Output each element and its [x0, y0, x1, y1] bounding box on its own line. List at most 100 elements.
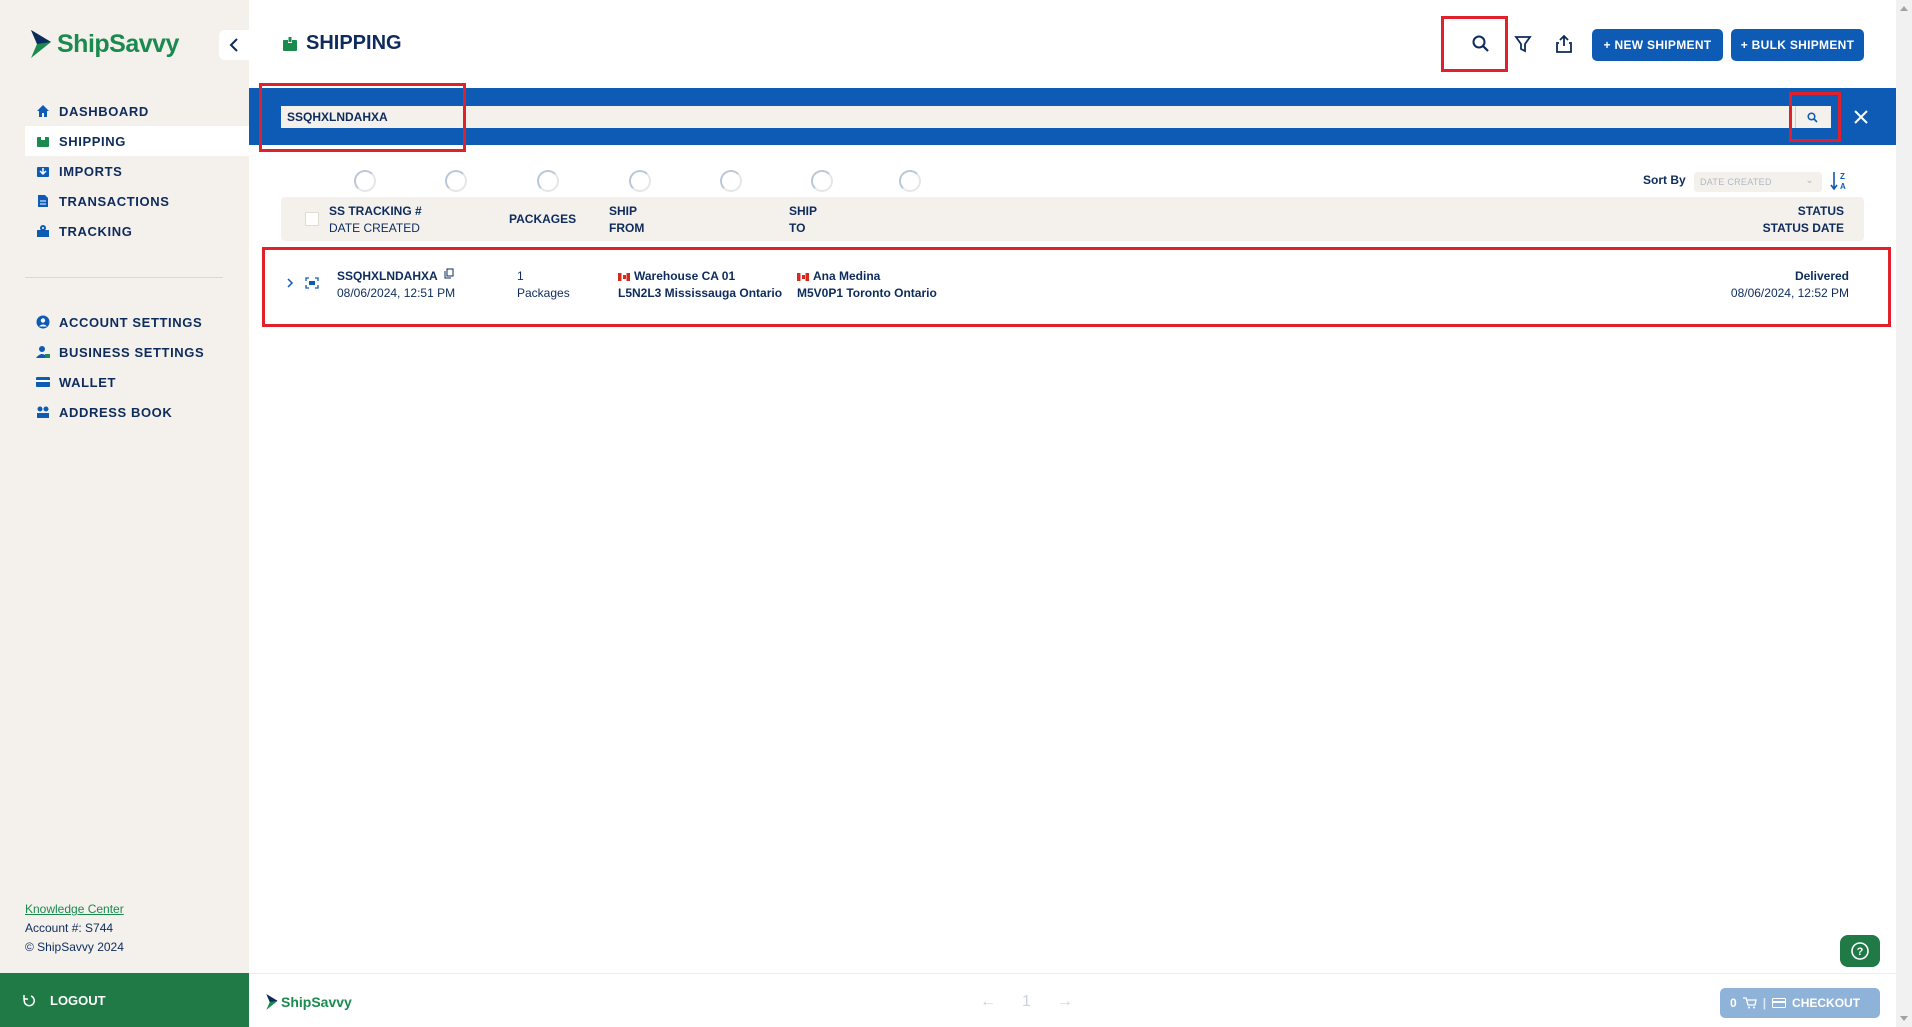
header-date-created-label: DATE CREATED: [329, 221, 420, 235]
sidebar-item-shipping[interactable]: SHIPPING: [25, 126, 249, 156]
expand-row-button[interactable]: [286, 276, 294, 293]
sidebar-item-label: WALLET: [59, 374, 117, 390]
sidebar-item-imports[interactable]: IMPORTS: [25, 156, 249, 186]
arrow-right-icon[interactable]: →: [1057, 993, 1073, 1011]
home-icon: [35, 103, 51, 119]
sidebar-item-tracking[interactable]: TRACKING: [25, 216, 249, 246]
column-header-packages[interactable]: PACKAGES: [509, 211, 576, 228]
arrow-left-icon[interactable]: ←: [980, 993, 996, 1011]
column-header-status[interactable]: STATUS STATUS DATE: [1763, 203, 1844, 237]
pagination: ← 1 →: [980, 993, 1073, 1011]
select-all-checkbox[interactable]: [305, 212, 319, 226]
sidebar-item-wallet[interactable]: WALLET: [25, 367, 249, 397]
sidebar-item-account-settings[interactable]: ACCOUNT SETTINGS: [25, 307, 249, 337]
packages-cell: 1 Packages: [517, 268, 570, 302]
user-circle-icon: [35, 314, 51, 330]
business-user-icon: [35, 344, 51, 360]
package-icon: [35, 133, 51, 149]
address-book-icon: [35, 404, 51, 420]
copy-icon[interactable]: [444, 268, 454, 279]
sidebar-item-label: BUSINESS SETTINGS: [59, 344, 205, 360]
sort-select[interactable]: DATE CREATED ⌄: [1694, 172, 1822, 192]
help-button[interactable]: ?: [1840, 935, 1880, 967]
sidebar-item-label: SHIPPING: [59, 133, 126, 149]
sidebar-item-address-book[interactable]: ADDRESS BOOK: [25, 397, 249, 427]
sidebar-item-label: TRACKING: [59, 223, 133, 239]
tracking-number[interactable]: SSQHXLNDAHXA: [337, 269, 438, 283]
sidebar: ShipSavvy DASHBOARD SHIPPING IMPORTS TRA…: [0, 0, 249, 1027]
scroll-down-arrow[interactable]: [1900, 1016, 1908, 1021]
header-ship-to-line2: TO: [789, 221, 806, 235]
logout-button[interactable]: LOGOUT: [0, 973, 249, 1027]
loading-spinner: [629, 170, 651, 192]
ship-from-name: Warehouse CA 01: [634, 269, 736, 283]
close-icon: [1854, 110, 1868, 124]
column-header-ship-from[interactable]: SHIP FROM: [609, 203, 644, 237]
packages-label: Packages: [517, 286, 570, 300]
ship-to-cell: Ana Medina M5V0P1 Toronto Ontario: [797, 268, 937, 302]
scroll-up-arrow[interactable]: [1900, 6, 1908, 11]
ship-to-name: Ana Medina: [813, 269, 881, 283]
scan-icon: [305, 277, 319, 294]
sidebar-footer: Knowledge Center Account #: S744 © ShipS…: [25, 900, 124, 957]
table-header: SS TRACKING # DATE CREATED PACKAGES SHIP…: [281, 197, 1864, 241]
header-status-date-label: STATUS DATE: [1762, 221, 1844, 235]
chevron-down-icon: ⌄: [1805, 175, 1814, 186]
svg-text:Z: Z: [1840, 172, 1845, 181]
checkout-button[interactable]: 0 | CHECKOUT: [1720, 988, 1880, 1018]
packages-count: 1: [517, 269, 524, 283]
column-header-ship-to[interactable]: SHIP TO: [789, 203, 817, 237]
page-title-text: SHIPPING: [306, 32, 402, 54]
sidebar-item-label: DASHBOARD: [59, 103, 149, 119]
loading-spinner: [354, 170, 376, 192]
svg-text:A: A: [1840, 182, 1846, 191]
sidebar-item-business-settings[interactable]: BUSINESS SETTINGS: [25, 337, 249, 367]
import-icon: [35, 163, 51, 179]
question-icon: ?: [1851, 942, 1869, 960]
page-scrollbar[interactable]: [1896, 0, 1912, 1027]
sidebar-item-label: TRANSACTIONS: [59, 193, 170, 209]
document-icon: [35, 193, 51, 209]
sidebar-item-dashboard[interactable]: DASHBOARD: [25, 96, 249, 126]
sort-select-value: DATE CREATED: [1700, 177, 1772, 187]
page-number[interactable]: 1: [1022, 993, 1031, 1011]
new-shipment-button[interactable]: + NEW SHIPMENT: [1592, 29, 1723, 61]
page-title: SHIPPING: [282, 32, 402, 55]
chevron-right-icon: [287, 278, 294, 288]
date-created: 08/06/2024, 12:51 PM: [337, 286, 456, 300]
search-submit-button[interactable]: [1795, 106, 1829, 128]
settings-nav: ACCOUNT SETTINGS BUSINESS SETTINGS WALLE…: [25, 307, 249, 427]
header-ship-from-line1: SHIP: [609, 204, 638, 218]
sort-direction-button[interactable]: ZA: [1829, 170, 1849, 192]
separator: |: [1762, 996, 1767, 1010]
table-row[interactable]: SSQHXLNDAHXA 08/06/2024, 12:51 PM 1 Pack…: [264, 250, 1889, 324]
knowledge-center-link[interactable]: Knowledge Center: [25, 902, 124, 916]
status-cell: Delivered 08/06/2024, 12:52 PM: [1731, 268, 1849, 302]
logo[interactable]: ShipSavvy: [29, 28, 179, 60]
search-bar: [249, 88, 1896, 145]
status-badge: Delivered: [1794, 269, 1849, 283]
sort-az-icon: ZA: [1830, 172, 1846, 191]
canada-flag-icon: [797, 272, 809, 281]
search-icon: [1472, 35, 1489, 52]
sort-by-label: Sort By: [1643, 173, 1686, 187]
ship-from-cell: Warehouse CA 01 L5N2L3 Mississauga Ontar…: [618, 268, 782, 302]
sidebar-item-transactions[interactable]: TRANSACTIONS: [25, 186, 249, 216]
canada-flag-icon: [618, 272, 630, 281]
search-toggle-button[interactable]: [1467, 30, 1495, 58]
close-search-button[interactable]: [1846, 102, 1876, 132]
loading-spinner: [811, 170, 833, 192]
logo-icon: [31, 30, 51, 58]
search-input[interactable]: [281, 106, 1831, 128]
bulk-shipment-button[interactable]: + BULK SHIPMENT: [1731, 29, 1864, 61]
loading-spinner: [445, 170, 467, 192]
tracking-cell: SSQHXLNDAHXA 08/06/2024, 12:51 PM: [337, 268, 455, 302]
collapse-sidebar-button[interactable]: [219, 30, 249, 60]
ship-to-address: M5V0P1 Toronto Ontario: [797, 286, 937, 300]
filter-button[interactable]: [1509, 30, 1537, 58]
export-button[interactable]: [1550, 30, 1578, 58]
column-header-tracking[interactable]: SS TRACKING # DATE CREATED: [329, 203, 422, 237]
svg-text:?: ?: [1857, 946, 1864, 958]
logout-label: LOGOUT: [50, 992, 106, 1008]
account-number: Account #: S744: [25, 921, 114, 935]
